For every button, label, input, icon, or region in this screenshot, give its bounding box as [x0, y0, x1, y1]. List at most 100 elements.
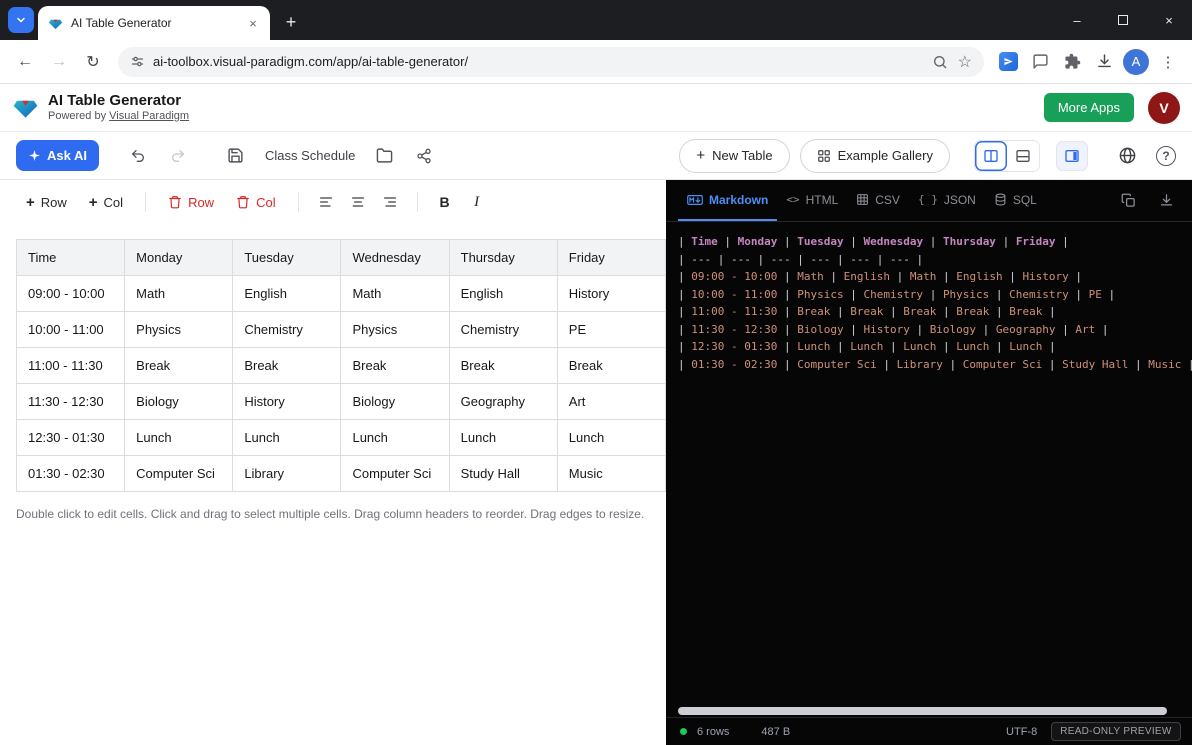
- align-left-button[interactable]: [311, 187, 341, 217]
- back-button[interactable]: ←: [10, 47, 40, 77]
- table-cell[interactable]: Geography: [449, 384, 557, 420]
- more-apps-button[interactable]: More Apps: [1044, 93, 1134, 122]
- minimize-button[interactable]: –: [1054, 0, 1100, 40]
- downloads-icon[interactable]: [1090, 48, 1118, 76]
- profile-avatar[interactable]: A: [1122, 48, 1150, 76]
- align-center-button[interactable]: [343, 187, 373, 217]
- table-cell[interactable]: Library: [233, 456, 341, 492]
- new-tab-button[interactable]: +: [276, 7, 306, 37]
- example-gallery-label: Example Gallery: [838, 148, 933, 163]
- table-cell[interactable]: Chemistry: [449, 312, 557, 348]
- forward-button[interactable]: →: [44, 47, 74, 77]
- table-cell[interactable]: History: [233, 384, 341, 420]
- table-cell[interactable]: Break: [233, 348, 341, 384]
- right-panel-toggle[interactable]: [1056, 141, 1088, 171]
- tab-close-icon[interactable]: ×: [244, 14, 262, 32]
- table-cell[interactable]: Math: [341, 276, 449, 312]
- table-cell[interactable]: Computer Sci: [341, 456, 449, 492]
- example-gallery-button[interactable]: Example Gallery: [800, 139, 950, 173]
- add-col-button[interactable]: + Col: [79, 189, 133, 216]
- add-row-button[interactable]: + Row: [16, 189, 77, 216]
- tab-search-button[interactable]: [8, 7, 34, 33]
- column-header[interactable]: Wednesday: [341, 240, 449, 276]
- table-cell[interactable]: Chemistry: [233, 312, 341, 348]
- table-cell[interactable]: English: [233, 276, 341, 312]
- table-cell[interactable]: Lunch: [341, 420, 449, 456]
- table-cell[interactable]: Art: [557, 384, 665, 420]
- column-header[interactable]: Tuesday: [233, 240, 341, 276]
- browser-tab[interactable]: AI Table Generator ×: [38, 6, 270, 40]
- table-cell[interactable]: Math: [125, 276, 233, 312]
- table-cell[interactable]: Physics: [125, 312, 233, 348]
- align-right-button[interactable]: [375, 187, 405, 217]
- column-header[interactable]: Monday: [125, 240, 233, 276]
- delete-col-button[interactable]: Col: [226, 189, 286, 216]
- table-cell[interactable]: Break: [341, 348, 449, 384]
- url-bar[interactable]: ai-toolbox.visual-paradigm.com/app/ai-ta…: [118, 47, 984, 77]
- table-cell[interactable]: Lunch: [233, 420, 341, 456]
- table-cell[interactable]: Lunch: [449, 420, 557, 456]
- extension-blue-icon[interactable]: [994, 48, 1022, 76]
- visual-paradigm-link[interactable]: Visual Paradigm: [109, 110, 189, 122]
- bold-button[interactable]: B: [430, 187, 460, 217]
- table-cell[interactable]: Computer Sci: [125, 456, 233, 492]
- tab-markdown[interactable]: Markdown: [678, 180, 777, 221]
- table-cell[interactable]: 11:30 - 12:30: [17, 384, 125, 420]
- user-avatar[interactable]: V: [1148, 92, 1180, 124]
- close-button[interactable]: ×: [1146, 0, 1192, 40]
- save-button[interactable]: [221, 141, 251, 171]
- tab-sql[interactable]: SQL: [985, 180, 1046, 221]
- comment-icon[interactable]: [1026, 48, 1054, 76]
- scrollbar-thumb[interactable]: [678, 707, 1167, 715]
- undo-button[interactable]: [123, 141, 153, 171]
- split-view-toggle[interactable]: [975, 141, 1007, 171]
- table-cell[interactable]: Study Hall: [449, 456, 557, 492]
- table-row: 11:30 - 12:30BiologyHistoryBiologyGeogra…: [17, 384, 666, 420]
- table-cell[interactable]: 11:00 - 11:30: [17, 348, 125, 384]
- table-cell[interactable]: Biology: [341, 384, 449, 420]
- table-cell[interactable]: Biology: [125, 384, 233, 420]
- table-cell[interactable]: Music: [557, 456, 665, 492]
- table-cell[interactable]: English: [449, 276, 557, 312]
- italic-button[interactable]: I: [462, 187, 492, 217]
- bookmark-star-icon[interactable]: ☆: [958, 52, 972, 72]
- maximize-button[interactable]: [1100, 0, 1146, 40]
- table-cell[interactable]: Break: [125, 348, 233, 384]
- bottom-panel-toggle[interactable]: [1007, 141, 1039, 171]
- open-folder-button[interactable]: [369, 141, 399, 171]
- table-cell[interactable]: 12:30 - 01:30: [17, 420, 125, 456]
- delete-row-button[interactable]: Row: [158, 189, 224, 216]
- table-cell[interactable]: 10:00 - 11:00: [17, 312, 125, 348]
- download-export-button[interactable]: [1155, 189, 1179, 213]
- table-cell[interactable]: 09:00 - 10:00: [17, 276, 125, 312]
- table-cell[interactable]: Break: [449, 348, 557, 384]
- ask-ai-button[interactable]: Ask AI: [16, 140, 99, 171]
- table-cell[interactable]: 01:30 - 02:30: [17, 456, 125, 492]
- site-settings-icon[interactable]: [130, 54, 145, 69]
- zoom-icon[interactable]: [932, 54, 948, 70]
- table-cell[interactable]: History: [557, 276, 665, 312]
- table-cell[interactable]: Physics: [341, 312, 449, 348]
- table-cell[interactable]: Lunch: [557, 420, 665, 456]
- language-globe-button[interactable]: [1112, 141, 1142, 171]
- table-cell[interactable]: PE: [557, 312, 665, 348]
- redo-button[interactable]: [163, 141, 193, 171]
- document-title[interactable]: Class Schedule: [265, 148, 355, 163]
- tab-csv[interactable]: CSV: [847, 180, 909, 221]
- table-cell[interactable]: Break: [557, 348, 665, 384]
- column-header[interactable]: Friday: [557, 240, 665, 276]
- editor-hint-text: Double click to edit cells. Click and dr…: [16, 507, 650, 521]
- column-header[interactable]: Time: [17, 240, 125, 276]
- copy-button[interactable]: [1117, 189, 1141, 213]
- tab-html[interactable]: <> HTML: [777, 180, 847, 221]
- help-button[interactable]: ?: [1156, 146, 1176, 166]
- new-table-button[interactable]: + New Table: [679, 139, 789, 173]
- extensions-puzzle-icon[interactable]: [1058, 48, 1086, 76]
- reload-button[interactable]: ↻: [78, 47, 108, 77]
- share-button[interactable]: [409, 141, 439, 171]
- tab-json[interactable]: { } JSON: [909, 180, 985, 221]
- table-cell[interactable]: Lunch: [125, 420, 233, 456]
- code-content[interactable]: | Time | Monday | Tuesday | Wednesday | …: [666, 222, 1192, 705]
- column-header[interactable]: Thursday: [449, 240, 557, 276]
- browser-menu-icon[interactable]: ⋮: [1154, 48, 1182, 76]
